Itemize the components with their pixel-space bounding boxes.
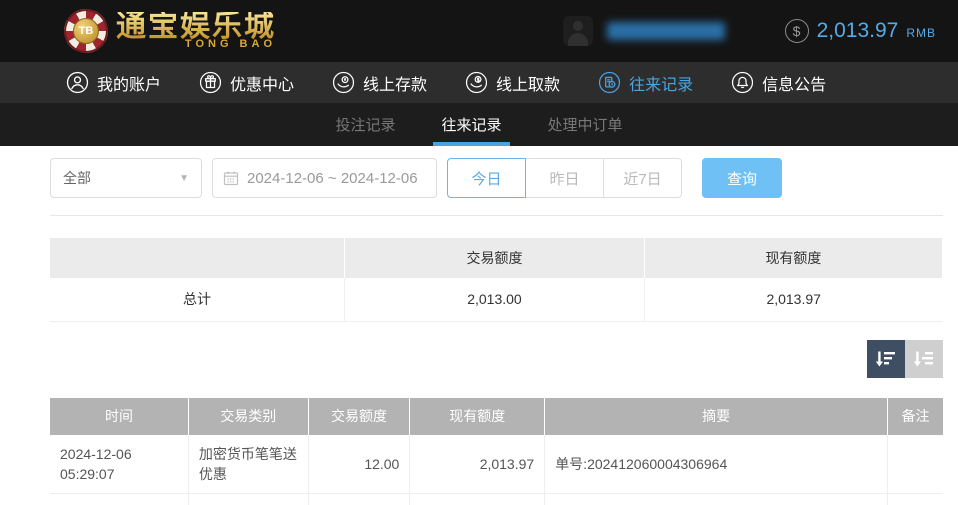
cell-balance: 2,013.97 (409, 434, 546, 495)
calendar-icon (223, 171, 239, 186)
main-nav: 我的账户 优惠中心 线上存款 线上取款 往来记录 信息公告 (0, 62, 958, 103)
cell-summary: 单号:202412060004306964 (544, 434, 889, 495)
dollar-icon: $ (784, 19, 809, 43)
cell-amount: 2,001.00 (307, 493, 411, 505)
nav-item-promotions[interactable]: 优惠中心 (199, 71, 294, 95)
records-header-row: 时间 交易类别 交易额度 现有额度 摘要 备注 (50, 397, 943, 435)
last7days-button[interactable]: 近7日 (603, 158, 682, 198)
user-avatar[interactable] (562, 16, 593, 46)
summary-header-balance: 现有额度 (644, 238, 944, 278)
tab-pending-orders[interactable]: 处理中订单 (540, 103, 631, 146)
col-remark: 备注 (887, 397, 943, 435)
cell-summary: 单号:202412060004306964 (544, 493, 889, 505)
nav-item-transactions[interactable]: 往来记录 (598, 71, 693, 95)
cell-type: 加密货币入款 (187, 493, 309, 505)
gift-icon (199, 71, 222, 94)
quick-date-buttons: 今日 昨日 近7日 (447, 158, 682, 198)
cell-balance: 2,001.96 (409, 493, 546, 505)
col-type: 交易类别 (188, 397, 309, 435)
summary-total-amount: 2,013.00 (344, 278, 645, 322)
chevron-down-icon: ▼ (179, 172, 189, 184)
sort-descending-icon (875, 351, 895, 366)
user-icon (66, 71, 89, 94)
cell-type: 加密货币笔笔送优惠 (187, 434, 309, 495)
deposit-icon (332, 71, 355, 94)
site-logo[interactable]: TB 通宝娱乐城 TONG BAO (64, 9, 276, 53)
username-redacted (606, 22, 725, 40)
col-amount: 交易额度 (308, 397, 411, 435)
table-row: 2024-12-06 05:29:07 加密货币入款 2,001.00 2,00… (50, 493, 943, 505)
account-balance: $ 2,013.97 RMB (784, 19, 936, 43)
summary-header-empty (50, 238, 346, 278)
sort-descending-button[interactable] (867, 339, 905, 378)
table-row: 2024-12-06 05:29:07 加密货币笔笔送优惠 12.00 2,01… (50, 434, 943, 495)
cell-remark (887, 434, 943, 495)
cell-remark (887, 493, 943, 505)
date-range-input[interactable]: 2024-12-06 ~ 2024-12-06 (212, 158, 437, 198)
col-balance: 现有额度 (409, 397, 546, 435)
records-table: 时间 交易类别 交易额度 现有额度 摘要 备注 2024-12-06 05:29… (50, 397, 943, 505)
summary-table: 交易额度 现有额度 总计 2,013.00 2,013.97 (50, 238, 944, 322)
top-bar: TB 通宝娱乐城 TONG BAO $ 2,013.97 RMB (0, 0, 958, 62)
summary-header-row: 交易额度 现有额度 (50, 238, 944, 278)
type-select[interactable]: 全部 ▼ (50, 158, 202, 198)
summary-total-label: 总计 (50, 278, 346, 322)
cell-amount: 12.00 (307, 434, 411, 495)
sub-nav: 投注记录 往来记录 处理中订单 (0, 103, 958, 146)
search-button[interactable]: 查询 (702, 158, 782, 198)
today-button[interactable]: 今日 (447, 158, 526, 198)
bell-icon (731, 71, 754, 94)
cell-time: 2024-12-06 05:29:07 (50, 434, 189, 495)
tab-betting-records[interactable]: 投注记录 (327, 103, 403, 146)
nav-item-my-account[interactable]: 我的账户 (66, 71, 161, 95)
chip-monogram: TB (73, 18, 99, 44)
summary-header-amount: 交易额度 (344, 238, 645, 278)
sort-controls (50, 339, 943, 378)
col-time: 时间 (50, 397, 189, 435)
balance-amount: 2,013.97 (816, 19, 899, 42)
content-area: 全部 ▼ 2024-12-06 ~ 2024-12-06 今日 昨日 近7日 查… (0, 146, 958, 505)
tab-transaction-records[interactable]: 往来记录 (433, 103, 510, 146)
cell-time: 2024-12-06 05:29:07 (50, 493, 189, 505)
col-summary: 摘要 (544, 397, 889, 435)
nav-item-announcements[interactable]: 信息公告 (731, 71, 826, 95)
sort-ascending-icon (913, 351, 933, 366)
yesterday-button[interactable]: 昨日 (525, 158, 604, 198)
divider (50, 215, 943, 216)
filter-bar: 全部 ▼ 2024-12-06 ~ 2024-12-06 今日 昨日 近7日 查… (50, 158, 943, 198)
poker-chip-icon: TB (64, 9, 108, 53)
records-icon (598, 71, 621, 94)
nav-item-withdraw[interactable]: 线上取款 (465, 71, 560, 95)
sort-ascending-button[interactable] (905, 339, 943, 378)
balance-currency: RMB (906, 26, 936, 40)
withdraw-icon (465, 71, 488, 94)
summary-total-row: 总计 2,013.00 2,013.97 (50, 278, 943, 322)
nav-item-deposit[interactable]: 线上存款 (332, 71, 427, 95)
summary-total-balance: 2,013.97 (643, 278, 943, 322)
